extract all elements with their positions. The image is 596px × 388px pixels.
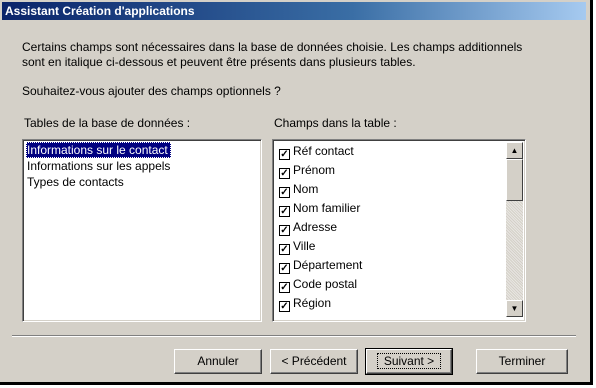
table-item-calls[interactable]: Informations sur les appels — [26, 158, 173, 174]
field-label: Nom familier — [293, 201, 361, 215]
next-button-label: Suivant > — [376, 353, 442, 369]
fields-label: Champs dans la table : — [274, 116, 397, 130]
fields-scrollbar[interactable]: ▲ ▼ — [506, 142, 523, 317]
finish-button[interactable]: Terminer — [476, 349, 568, 374]
checkbox-icon[interactable]: ✓ — [279, 225, 290, 236]
field-checkbox-row[interactable]: ✓ Réf contact — [279, 142, 354, 160]
window-title: Assistant Création d'applications — [5, 4, 195, 18]
optional-fields-question: Souhaitez-vous ajouter des champs option… — [22, 84, 281, 98]
previous-button[interactable]: < Précédent — [270, 349, 358, 374]
button-separator — [12, 335, 576, 337]
field-label: Département — [293, 258, 363, 272]
field-checkbox-row[interactable]: ✓ Prénom — [279, 161, 335, 179]
tables-listbox[interactable]: Informations sur le contact Informations… — [22, 139, 262, 322]
field-checkbox-row[interactable]: ✓ Nom — [279, 180, 318, 198]
field-label: Adresse — [293, 220, 338, 234]
cancel-button[interactable]: Annuler — [174, 349, 262, 374]
tables-label: Tables de la base de données : — [24, 116, 191, 130]
field-label: Code postal — [293, 277, 358, 291]
field-checkbox-row[interactable]: ✓ Ville — [279, 237, 315, 255]
intro-line-2: sont en italique ci-dessous et peuvent ê… — [22, 55, 416, 69]
checkbox-icon[interactable]: ✓ — [279, 168, 290, 179]
table-item-contact[interactable]: Informations sur le contact — [26, 142, 171, 158]
checkbox-icon[interactable]: ✓ — [279, 282, 290, 293]
previous-button-label: < Précédent — [281, 354, 347, 368]
scroll-up-icon[interactable]: ▲ — [506, 142, 523, 159]
checkbox-icon[interactable]: ✓ — [279, 149, 290, 160]
intro-line-1: Certains champs sont nécessaires dans la… — [22, 40, 523, 54]
scroll-down-icon[interactable]: ▼ — [506, 300, 523, 317]
table-item-contact-types[interactable]: Types de contacts — [26, 174, 127, 190]
title-bar: Assistant Création d'applications — [2, 2, 586, 20]
field-checkbox-row[interactable]: ✓ Nom familier — [279, 199, 360, 217]
checkbox-icon[interactable]: ✓ — [279, 244, 290, 255]
field-label: Région — [293, 296, 332, 310]
wizard-dialog: Assistant Création d'applications Certai… — [0, 0, 593, 385]
field-label: Prénom — [293, 163, 336, 177]
scroll-thumb[interactable] — [506, 159, 523, 201]
field-checkbox-row[interactable]: ✓ Région — [279, 294, 331, 312]
fields-listbox[interactable]: ✓ Réf contact ✓ Prénom ✓ Nom ✓ Nom familier ✓ Adr… — [272, 139, 526, 322]
field-label: Ville — [293, 239, 316, 253]
checkbox-icon[interactable]: ✓ — [279, 187, 290, 198]
finish-button-label: Terminer — [498, 354, 546, 368]
intro-text: Certains champs sont nécessaires dans la… — [22, 40, 522, 70]
field-label: Nom — [293, 182, 319, 196]
next-button[interactable]: Suivant > — [365, 348, 453, 375]
checkbox-icon[interactable]: ✓ — [279, 263, 290, 274]
cancel-button-label: Annuler — [197, 354, 239, 368]
field-checkbox-row[interactable]: ✓ Adresse — [279, 218, 337, 236]
field-checkbox-row[interactable]: ✓ Département — [279, 256, 362, 274]
field-checkbox-row[interactable]: ✓ Code postal — [279, 275, 357, 293]
field-label: Réf contact — [293, 144, 354, 158]
checkbox-icon[interactable]: ✓ — [279, 206, 290, 217]
checkbox-icon[interactable]: ✓ — [279, 301, 290, 312]
